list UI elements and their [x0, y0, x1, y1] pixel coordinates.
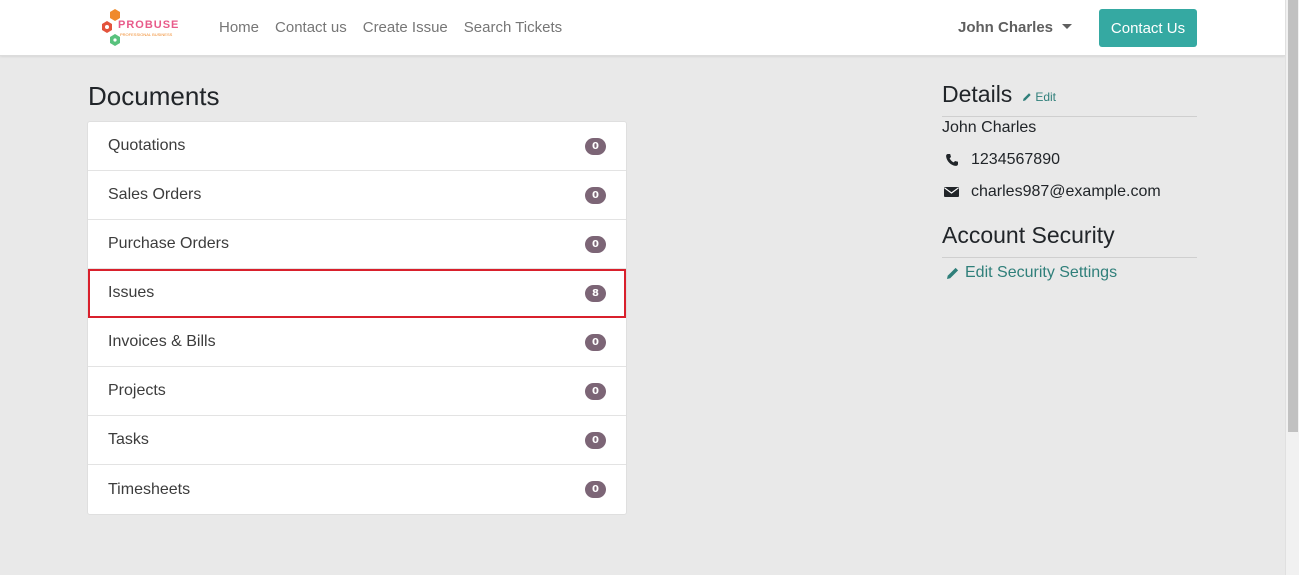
documents-heading: Documents: [88, 81, 220, 111]
document-label: Timesheets: [108, 480, 191, 498]
document-label: Tasks: [108, 431, 149, 448]
document-label: Quotations: [108, 137, 186, 154]
count-badge: 0: [585, 235, 606, 253]
contact-name: John Charles: [942, 119, 1037, 136]
page-scrollbar[interactable]: [1285, 0, 1299, 575]
document-row-invoices-bills[interactable]: Invoices & Bills 0: [88, 318, 626, 367]
logo-wordmark: PROBUSE: [118, 19, 180, 31]
count-badge: 0: [585, 137, 606, 155]
email-address: charles987@example.com: [971, 183, 1161, 200]
count-badge: 0: [585, 481, 606, 498]
document-row-purchase-orders[interactable]: Purchase Orders 0: [88, 220, 626, 269]
nav-link-create-issue[interactable]: Create Issue: [363, 19, 448, 36]
email-row: charles987@example.com: [944, 183, 1161, 201]
edit-details-link[interactable]: Edit: [1022, 90, 1056, 104]
details-heading: Details: [942, 81, 1013, 107]
user-menu-dropdown[interactable]: John Charles: [958, 19, 1073, 36]
probuse-logo[interactable]: PROBUSE PROFESSIONAL BUSINESS: [98, 7, 178, 49]
contact-us-button[interactable]: Contact Us: [1099, 9, 1197, 47]
count-badge: 0: [585, 186, 606, 204]
document-row-tasks[interactable]: Tasks 0: [88, 416, 626, 465]
scrollbar-thumb[interactable]: [1288, 0, 1298, 432]
count-badge: 8: [585, 284, 606, 302]
details-divider: [942, 116, 1197, 117]
document-label: Invoices & Bills: [108, 333, 216, 350]
document-row-sales-orders[interactable]: Sales Orders 0: [88, 171, 626, 220]
phone-row: 1234567890: [944, 151, 1060, 169]
main-nav: Home Contact us Create Issue Search Tick…: [219, 19, 562, 36]
document-row-timesheets[interactable]: Timesheets 0: [88, 465, 626, 514]
edit-security-label: Edit Security Settings: [965, 264, 1118, 281]
document-label: Projects: [108, 382, 166, 399]
document-label: Issues: [108, 284, 155, 301]
document-row-quotations[interactable]: Quotations 0: [88, 122, 626, 171]
document-label: Purchase Orders: [108, 235, 229, 252]
count-badge: 0: [585, 333, 606, 351]
document-label: Sales Orders: [108, 186, 202, 203]
security-divider: [942, 257, 1197, 258]
nav-link-home[interactable]: Home: [219, 19, 259, 36]
documents-list: Quotations 0 Sales Orders 0 Purchase Ord…: [87, 121, 627, 515]
document-row-issues[interactable]: Issues 8: [88, 269, 626, 318]
pencil-icon: [1023, 93, 1032, 101]
count-badge: 0: [585, 382, 606, 400]
account-security-heading: Account Security: [942, 222, 1115, 248]
phone-icon: [944, 153, 959, 168]
top-navbar: PROBUSE PROFESSIONAL BUSINESS Home Conta…: [0, 0, 1285, 56]
logo-tagline: PROFESSIONAL BUSINESS: [120, 32, 173, 37]
pencil-icon: [947, 267, 959, 279]
nav-link-search-tickets[interactable]: Search Tickets: [464, 19, 562, 36]
nav-link-contact-us[interactable]: Contact us: [275, 19, 347, 36]
document-row-projects[interactable]: Projects 0: [88, 367, 626, 416]
caret-down-icon: [1062, 24, 1073, 29]
phone-number: 1234567890: [971, 151, 1060, 168]
envelope-icon: [944, 185, 959, 200]
edit-label: Edit: [1035, 90, 1056, 104]
user-name: John Charles: [958, 19, 1054, 36]
details-header: Details Edit: [942, 81, 1056, 108]
count-badge: 0: [585, 431, 606, 449]
edit-security-settings-link[interactable]: Edit Security Settings: [946, 264, 1117, 282]
